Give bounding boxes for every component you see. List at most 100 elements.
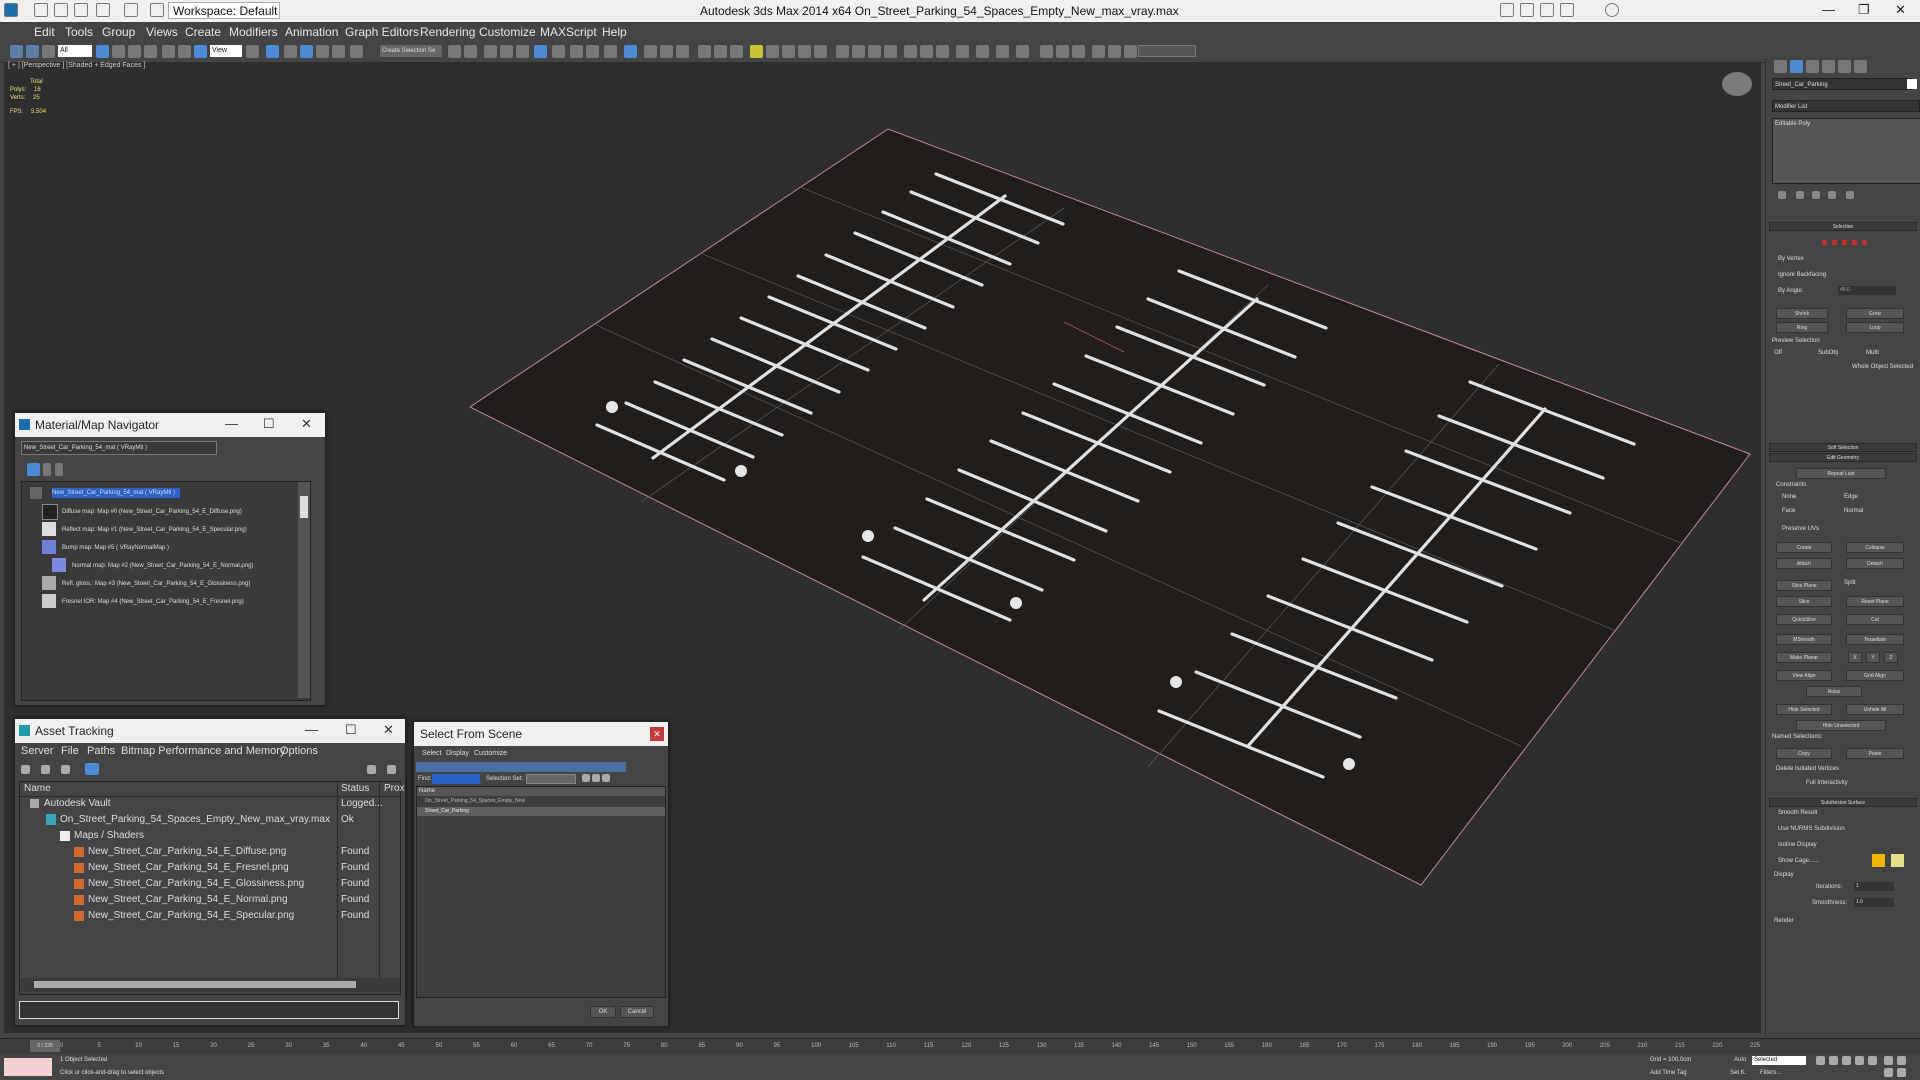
material-name-field[interactable]: New_Street_Car_Parking_54_mat ( VRayMtl … [21,441,217,455]
table-row[interactable]: New_Street_Car_Parking_54_E_Fresnel.png … [20,860,400,876]
edit-named-selection-icon[interactable] [350,45,363,58]
unlink-icon[interactable] [26,45,39,58]
mental-ray-icon[interactable] [1040,45,1053,58]
render-setup-icon[interactable] [586,45,599,58]
vray-frame-buffer-icon[interactable] [660,45,673,58]
state-sets-icon[interactable] [976,45,989,58]
table-row[interactable]: Autodesk Vault Logged... [20,796,400,812]
scene-object-root[interactable]: On_Street_Parking_54_Spaces_Empty_New [417,797,665,806]
grow-button[interactable]: Grow [1846,308,1904,319]
vertex-mode-icon[interactable] [1822,240,1827,245]
remove-modifier-icon[interactable] [1828,191,1836,199]
vray-material-icon[interactable] [676,45,689,58]
selection-filter-dropdown[interactable]: All [58,45,92,57]
by-angle-checkbox[interactable]: By Angle: [1778,288,1803,294]
object-color-swatch[interactable] [1907,79,1917,89]
show-cage-checkbox[interactable]: Show Cage...... [1778,858,1819,864]
key-filter-dropdown[interactable]: Selected [1752,1056,1806,1065]
table-row[interactable]: Maps / Shaders [20,828,400,844]
vray-dome-light-icon[interactable] [798,45,811,58]
preserve-uvs-checkbox[interactable]: Preserve UVs [1782,526,1819,532]
rendered-frame-window-icon[interactable] [604,45,617,58]
vray-fur-icon[interactable] [782,45,795,58]
help-icon[interactable] [1605,3,1619,17]
snaps-toggle-icon[interactable] [284,45,297,58]
percent-snap-icon[interactable] [316,45,329,58]
bind-space-warp-icon[interactable] [42,45,55,58]
view-align-button[interactable]: View Align [1776,670,1832,681]
msmooth-button[interactable]: MSmooth [1776,634,1832,645]
relax-button[interactable]: Relax [1806,686,1862,697]
split-checkbox[interactable]: Split [1844,580,1856,586]
vray-physical-camera-icon[interactable] [730,45,743,58]
shrink-button[interactable]: Shrink [1776,308,1828,319]
col-name[interactable]: Name [24,782,51,796]
constraint-edge-radio[interactable]: Edge [1844,494,1858,500]
compositor-icon[interactable] [996,45,1009,58]
ribbon-icon[interactable] [516,45,529,58]
menu-tools[interactable]: Tools [65,25,93,39]
glossiness-map-item[interactable]: Refl. gloss.: Map #3 (New_Street_Car_Par… [62,581,250,587]
reflect-map-item[interactable]: Reflect map: Map #1 (New_Street_Car_Park… [62,527,247,533]
show-end-result-icon[interactable] [1796,191,1804,199]
key-filters-button[interactable]: Filters... [1760,1070,1781,1076]
menu-group[interactable]: Group [102,25,135,39]
slice-plane-button[interactable]: Slice Plane [1776,580,1832,591]
scene-explorer-icon[interactable] [484,45,497,58]
normal-map-item[interactable]: Normal map: Map #2 (New_Street_Car_Parki… [72,563,253,569]
smoothness-spinner[interactable]: 1.0 [1854,898,1894,907]
get-latest-icon[interactable] [61,765,70,774]
cancel-button[interactable]: Cancel [620,1006,654,1018]
graphite-tools-icon[interactable] [936,45,949,58]
close-icon[interactable]: ✕ [1895,2,1906,18]
named-selection-set-dropdown[interactable]: Create Selection Se [380,45,442,57]
refresh-icon[interactable] [367,765,376,774]
close-icon[interactable]: ✕ [383,722,394,738]
table-row[interactable]: New_Street_Car_Parking_54_E_Specular.png… [20,908,400,924]
viewcube-icon[interactable] [1722,72,1752,96]
utilities-tab-icon[interactable] [1854,60,1867,73]
toolbar-dropdown[interactable] [1138,45,1196,57]
select-none-icon[interactable] [592,774,600,782]
modifier-list-dropdown[interactable]: Modifier List [1772,100,1920,112]
key-icon[interactable] [1540,3,1554,17]
menu-help[interactable]: Help [602,25,627,39]
menu-display[interactable]: Display [446,750,469,757]
toggle-ribbon-icon[interactable] [1016,45,1029,58]
render-production-icon[interactable] [624,45,637,58]
slice-button[interactable]: Slice [1776,596,1832,607]
reactor-icon[interactable] [884,45,897,58]
constraint-none-radio[interactable]: None [1782,494,1796,500]
collapse-button[interactable]: Collapse [1846,542,1904,553]
menu-select[interactable]: Select [422,750,441,757]
table-row[interactable]: New_Street_Car_Parking_54_E_Glossiness.p… [20,876,400,892]
menu-edit[interactable]: Edit [34,25,55,39]
material-root-item[interactable]: New_Street_Car_Parking_54_mat ( VRayMtl … [52,490,175,496]
particle-flow-icon[interactable] [836,45,849,58]
maxscript-listener-icon[interactable] [1092,45,1105,58]
maximize-icon[interactable]: ☐ [263,416,275,432]
object-name-field[interactable]: Street_Car_Parking [1772,78,1912,90]
quickslice-button[interactable]: QuickSlice [1776,614,1832,625]
scene-states-icon[interactable] [904,45,917,58]
col-proxy[interactable]: Prox [384,782,405,796]
mirror-icon[interactable] [448,45,461,58]
reference-coordinate-dropdown[interactable]: View [210,45,242,57]
close-icon[interactable]: ✕ [301,416,312,432]
paste-button[interactable]: Paste [1846,748,1904,759]
motion-tab-icon[interactable] [1822,60,1835,73]
go-to-start-icon[interactable] [1816,1056,1825,1065]
configure-modifier-sets-icon[interactable] [1846,191,1854,199]
new-file-icon[interactable] [34,3,48,17]
view-list-icon[interactable] [27,463,40,476]
edit-geometry-rollout-header[interactable]: Edit Geometry [1769,453,1917,462]
maxscript-mini-listener[interactable] [4,1058,52,1076]
display-filter-toolbar[interactable] [416,762,626,772]
soft-selection-rollout-header[interactable]: Soft Selection [1769,443,1917,452]
pan-icon[interactable] [1897,1056,1906,1065]
render-message-icon[interactable] [1124,45,1137,58]
curve-editor-icon[interactable] [534,45,547,58]
go-to-end-icon[interactable] [1868,1056,1877,1065]
element-mode-icon[interactable] [1862,240,1867,245]
menu-create[interactable]: Create [185,25,221,39]
